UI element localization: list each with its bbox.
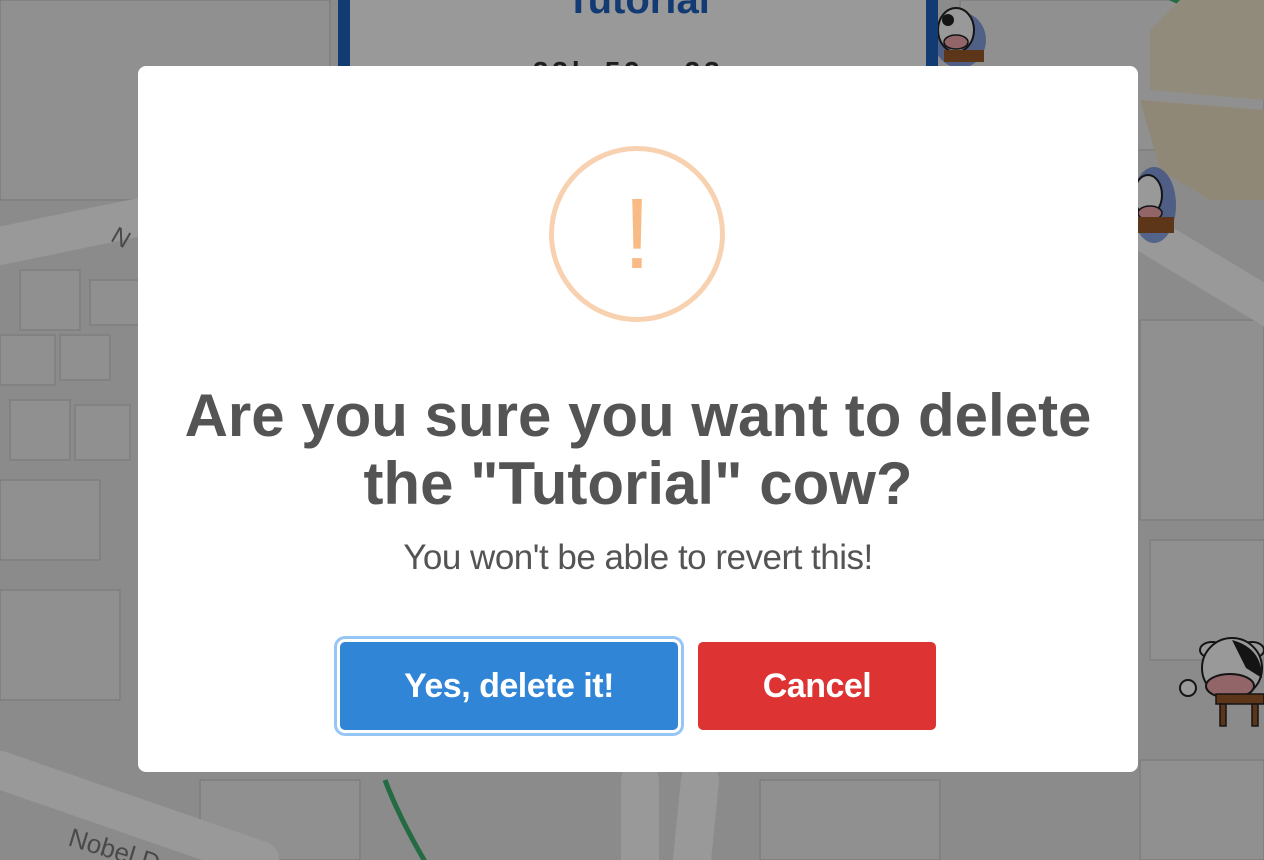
warning-icon: ! [549, 146, 725, 322]
dialog-message: You won't be able to revert this! [403, 538, 873, 577]
confirm-delete-button[interactable]: Yes, delete it! [340, 642, 678, 730]
confirm-delete-dialog: ! Are you sure you want to delete the "T… [138, 66, 1138, 772]
cancel-button[interactable]: Cancel [698, 642, 936, 730]
warning-exclamation-icon: ! [623, 178, 651, 290]
screen: N Nobel Dr Tutorial 23h 59m 23s ! [0, 0, 1264, 860]
dialog-title: Are you sure you want to delete the "Tut… [184, 382, 1092, 517]
